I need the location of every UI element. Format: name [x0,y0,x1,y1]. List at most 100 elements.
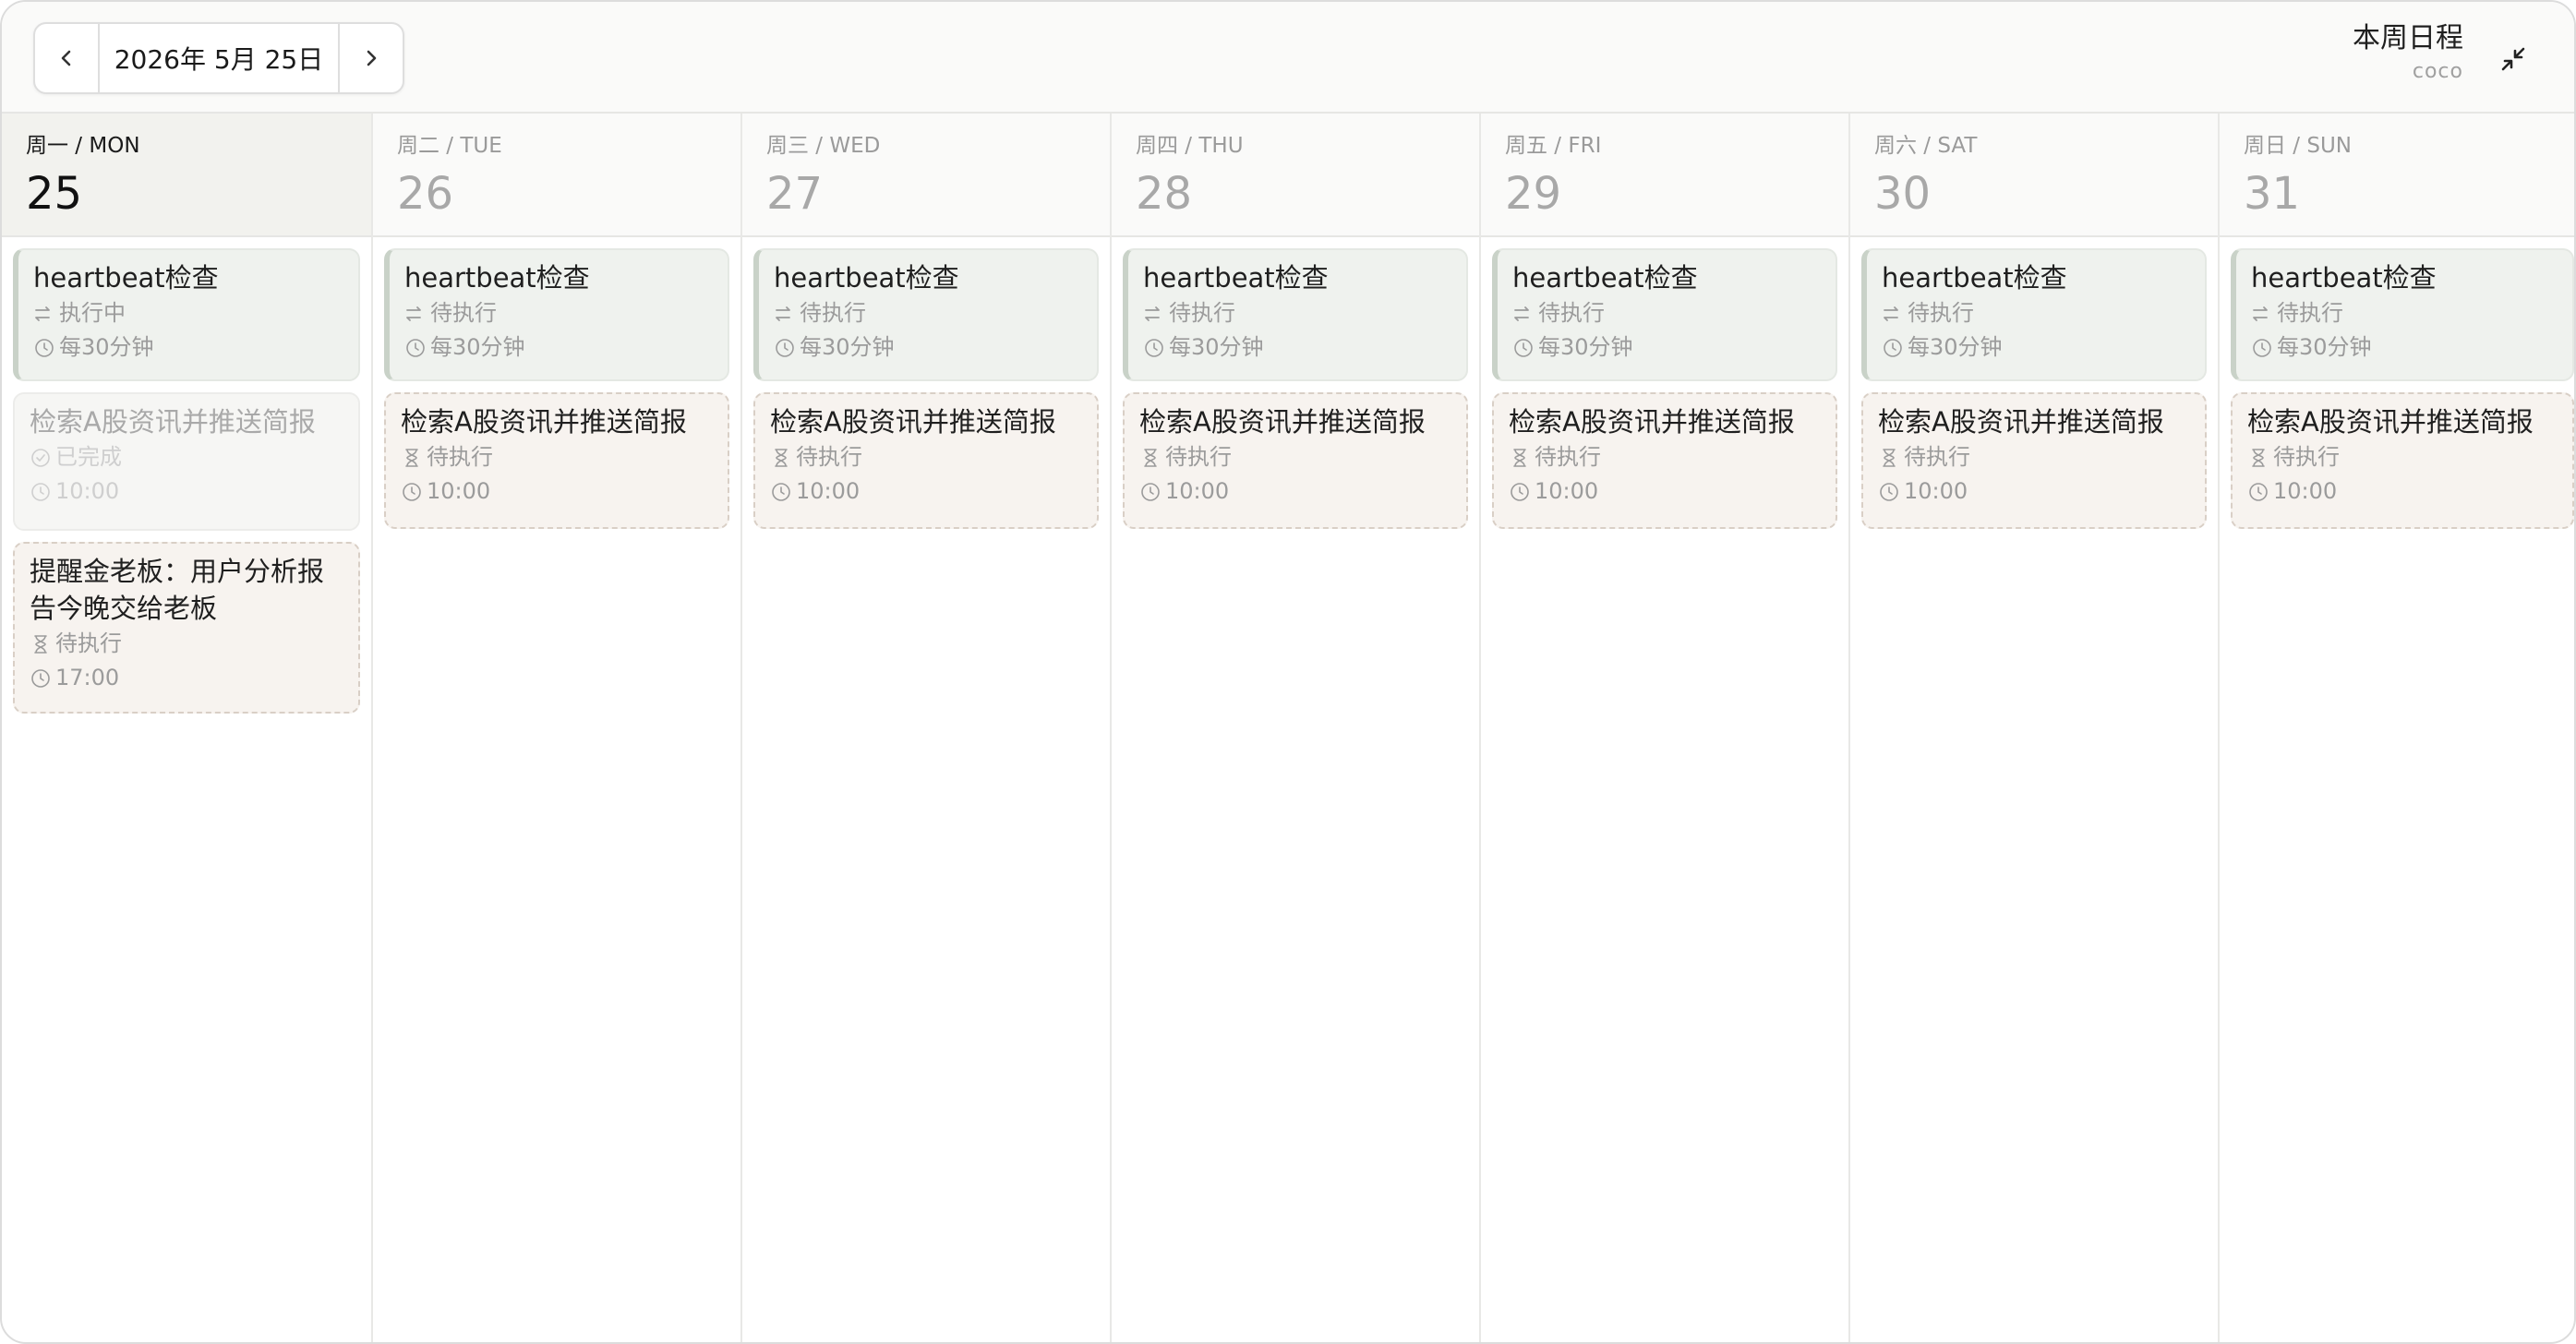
task-card[interactable]: 检索A股资讯并推送简报待执行 10:00 [753,392,1099,529]
chevron-right-icon [367,50,377,66]
task-schedule-label: 10:00 [427,478,491,504]
task-schedule: 每30分钟 [404,330,715,365]
task-status: 执行中 [33,296,345,330]
repeat-icon [2253,306,2268,321]
day-tasks: heartbeat检查 执行中 每30分钟 检索A股资讯并推送简报 已完成 10:00 提醒… [2,237,371,714]
task-status: 待执行 [2247,440,2559,474]
task-status-label: 待执行 [2277,300,2343,326]
task-title: heartbeat检查 [2251,262,2437,294]
task-schedule-label: 10:00 [796,478,861,504]
day-column: 周二 / TUE 26 heartbeat检查 待执行 每30分钟 检索A股资讯并推送简报… [373,114,742,1342]
task-title: 检索A股资讯并推送简报 [770,406,1056,438]
day-tasks: heartbeat检查 待执行 每30分钟 检索A股资讯并推送简报 待执行 10:00 [1850,237,2218,529]
repeat-icon [406,306,421,321]
task-card[interactable]: heartbeat检查 待执行 每30分钟 [753,248,1099,381]
task-status: 待执行 [770,440,1084,474]
clock-icon [776,338,794,357]
task-status-label: 待执行 [55,630,122,656]
task-schedule: 10:00 [1139,474,1453,509]
day-header[interactable]: 周五 / FRI 29 [1481,114,1848,237]
task-schedule: 10:00 [30,474,345,509]
task-card[interactable]: heartbeat检查 执行中 每30分钟 [13,248,360,381]
clock-icon [403,482,421,501]
hourglass-icon [1513,448,1526,467]
clock-icon [1514,338,1533,357]
task-status-label: 待执行 [1165,444,1232,470]
task-card[interactable]: heartbeat检查 待执行 每30分钟 [1492,248,1837,381]
task-status: 待执行 [1878,440,2192,474]
clock-icon [1141,482,1160,501]
hourglass-icon [2252,448,2265,467]
task-card[interactable]: 检索A股资讯并推送简报 待执行 10:00 [2231,392,2574,529]
hourglass-icon [405,448,418,467]
task-card[interactable]: 检索A股资讯并推送简报待执行 10:00 [1123,392,1468,529]
clock-icon [2253,338,2271,357]
next-week-button[interactable] [340,24,403,92]
task-card[interactable]: heartbeat检查待执行每30分钟 [2231,248,2574,381]
task-status-label: 待执行 [1538,300,1605,326]
weekday-label: 周二 / TUE [397,134,502,158]
task-card[interactable]: 检索A股资讯并推送简报 已完成 10:00 [13,392,360,531]
day-header[interactable]: 周四 / THU 28 [1112,114,1479,237]
day-number: 27 [766,168,824,220]
day-number: 31 [2244,168,2301,220]
task-card[interactable]: 检索A股资讯并推送简报 待执行 10:00 [384,392,729,529]
weekday-label: 周六 / SAT [1874,134,1978,158]
task-status-label: 待执行 [1904,444,1970,470]
schedule-header: 2026年 5月 25日 本周日程 coco [2,2,2574,114]
task-status: 待执行 [1139,440,1453,474]
task-schedule: 每30分钟 [33,330,345,365]
clock-icon [772,482,790,501]
weekday-label: 周五 / FRI [1505,134,1602,158]
week-grid: 周一 / MON 25 heartbeat检查执行中每30分钟检索A股资讯并推送简报… [2,114,2574,1342]
repeat-icon [1884,306,1898,321]
clock-icon [1884,338,1902,357]
day-tasks: heartbeat检查 待执行 每30分钟检索A股资讯并推送简报待执行 10:00 [1112,237,1479,529]
day-header[interactable]: 周一 / MON 25 [2,114,371,237]
collapse-button[interactable] [2495,41,2532,78]
weekly-schedule-window: 2026年 5月 25日 本周日程 coco 周一 / MON 25 heartbe… [0,0,2576,1344]
task-status-label: 待执行 [2273,444,2340,470]
task-title: 检索A股资讯并推送简报 [1139,406,1426,438]
task-card[interactable]: heartbeat检查 待执行 每30分钟 [1123,248,1468,381]
day-column: 周一 / MON 25 heartbeat检查 执行中 每30分钟 检索A股资讯并推送简报… [2,114,373,1342]
task-card[interactable]: heartbeat检查 待执行 每30分钟 [1861,248,2207,381]
day-header[interactable]: 周日 / SUN 31 [2220,114,2574,237]
task-schedule: 每30分钟 [2251,330,2559,365]
task-schedule: 每30分钟 [774,330,1084,365]
day-column: 周六 / SAT 30 heartbeat检查 待执行 每30分钟 检索A股资讯并推送简报… [1850,114,2220,1342]
day-tasks: heartbeat检查 待执行 每30分钟检索A股资讯并推送简报待执行 10:00 [742,237,1110,529]
current-date-label[interactable]: 2026年 5月 25日 [98,24,340,92]
day-column: 周五 / FRI 29 heartbeat检查 待执行 每30分钟 检索A股资讯并推送简报… [1481,114,1850,1342]
task-schedule-label: 10:00 [2273,478,2338,504]
task-status-label: 待执行 [1535,444,1601,470]
day-header[interactable]: 周二 / TUE 26 [373,114,740,237]
task-card[interactable]: 提醒金老板：用户分析报告今晚交给老板 待执行 17:00 [13,542,360,714]
task-status-label: 待执行 [796,444,862,470]
hourglass-icon [775,448,788,467]
prev-week-button[interactable] [35,24,98,92]
task-status-label: 执行中 [59,300,126,326]
task-schedule-label: 每30分钟 [2277,334,2372,360]
task-schedule: 10:00 [2247,474,2559,509]
day-number: 30 [1874,168,1932,220]
task-card[interactable]: heartbeat检查 待执行 每30分钟 [384,248,729,381]
date-navigator: 2026年 5月 25日 [33,22,404,94]
weekday-label: 周四 / THU [1136,134,1244,158]
task-card[interactable]: 检索A股资讯并推送简报 待执行 10:00 [1861,392,2207,529]
clock-icon [406,338,425,357]
day-header[interactable]: 周三 / WED 27 [742,114,1110,237]
task-schedule: 10:00 [770,474,1084,509]
collapse-arrows-icon [2501,47,2525,71]
task-status: 待执行 [1882,296,2192,330]
clock-icon [31,482,50,501]
day-tasks: heartbeat检查 待执行 每30分钟 检索A股资讯并推送简报 待执行 10:00 [2220,237,2574,529]
page-subtitle: coco [2412,60,2463,83]
task-schedule-label: 17:00 [55,665,120,690]
day-number: 26 [397,168,454,220]
clock-icon [2249,482,2268,501]
task-schedule: 每30分钟 [1512,330,1823,365]
task-status: 待执行 [2251,296,2559,330]
day-header[interactable]: 周六 / SAT 30 [1850,114,2218,237]
task-card[interactable]: 检索A股资讯并推送简报 待执行 10:00 [1492,392,1837,529]
